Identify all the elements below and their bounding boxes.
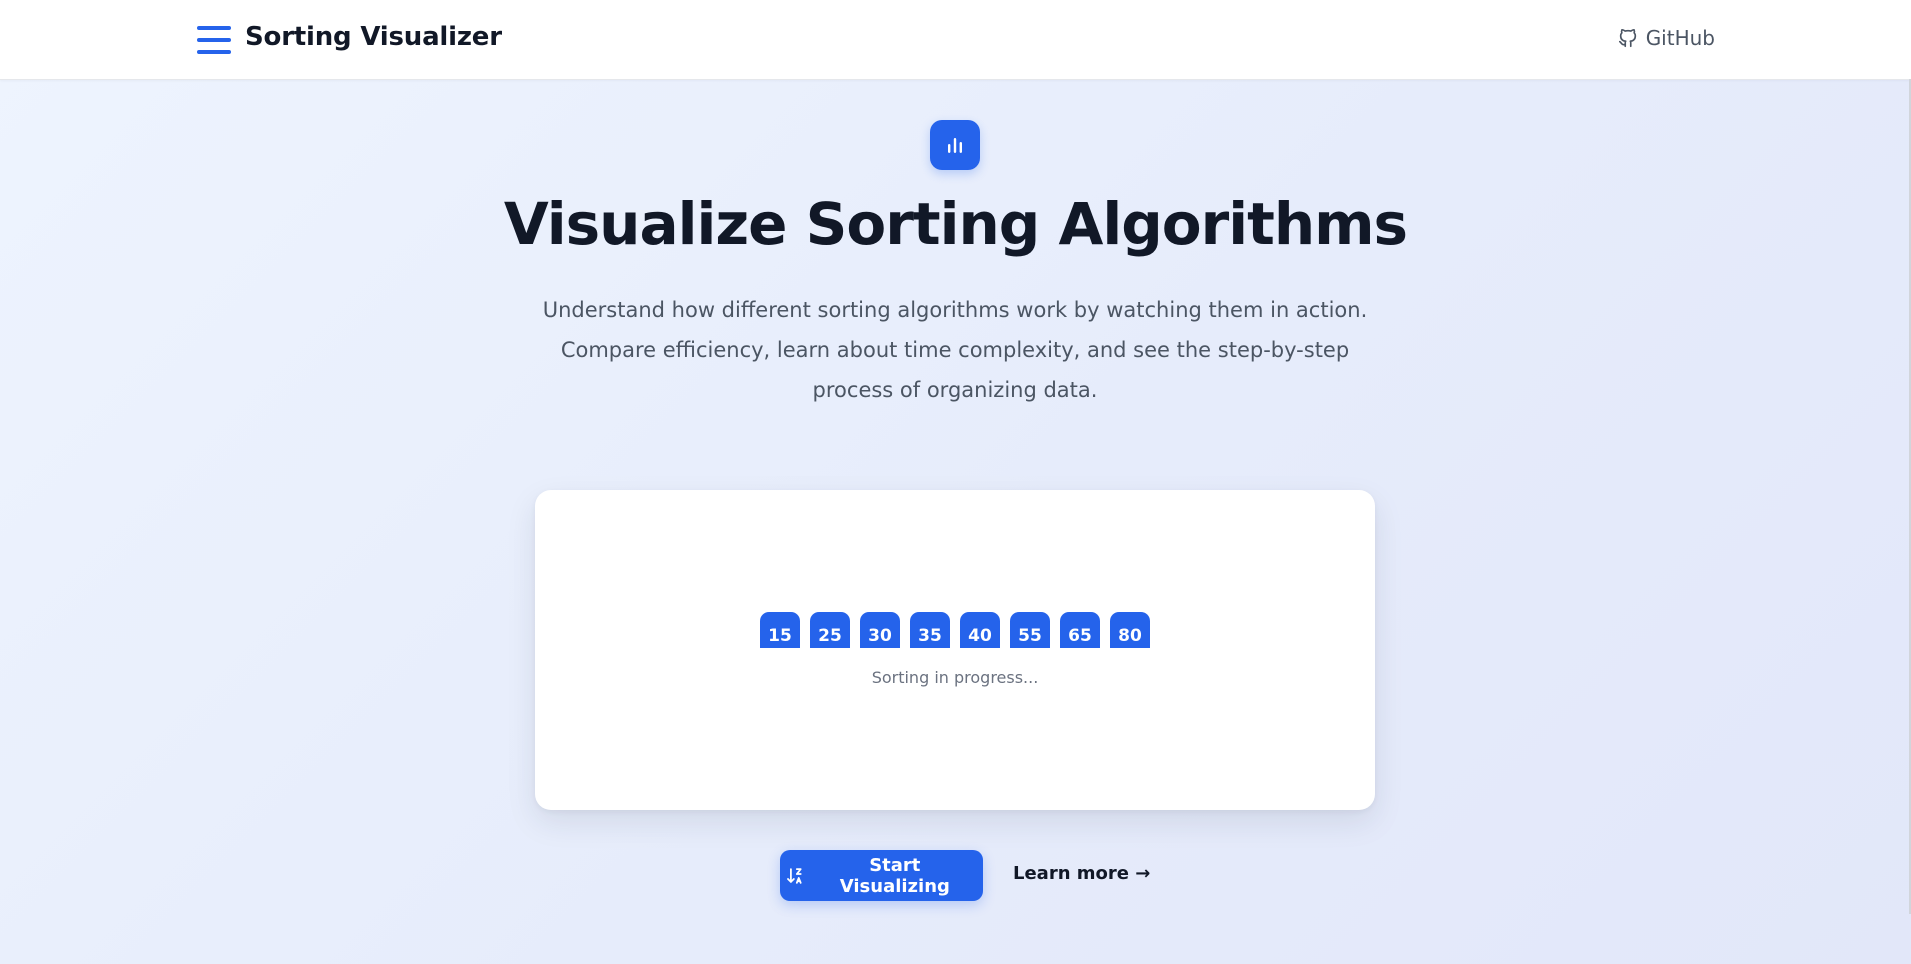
brand-title: Sorting Visualizer — [245, 22, 502, 52]
array-bar: 80 — [1110, 612, 1150, 648]
hero-description: Understand how different sorting algorit… — [542, 298, 1368, 402]
bar-list: 15 25 30 35 40 55 65 80 — [760, 610, 1150, 648]
array-bar: 30 — [860, 612, 900, 648]
array-bar: 15 — [760, 612, 800, 648]
array-bar: 35 — [910, 612, 950, 648]
demo-card: 15 25 30 35 40 55 65 80 Sorting in progr… — [535, 490, 1375, 810]
github-icon — [1618, 28, 1636, 48]
array-bar: 25 — [810, 612, 850, 648]
hamburger-menu-icon[interactable] — [197, 26, 231, 54]
github-label: GitHub — [1645, 26, 1715, 50]
learn-more-link[interactable]: Learn more → — [1013, 863, 1150, 884]
hero-logo — [930, 120, 980, 170]
start-visualizing-label: Start Visualizing — [839, 854, 950, 897]
array-bar: 55 — [1010, 612, 1050, 648]
sorting-status: Sorting in progress... — [871, 668, 1039, 687]
array-bar: 65 — [1060, 612, 1100, 648]
start-visualizing-button[interactable]: Start Visualizing — [780, 850, 983, 901]
hero-title: Visualize Sorting Algorithms — [503, 190, 1408, 258]
top-navbar: Sorting Visualizer GitHub — [0, 0, 1911, 80]
sort-ascending-icon — [787, 867, 802, 884]
array-bar: 40 — [960, 612, 1000, 648]
github-link[interactable]: GitHub — [1617, 26, 1715, 50]
bar-chart-icon — [948, 138, 962, 153]
